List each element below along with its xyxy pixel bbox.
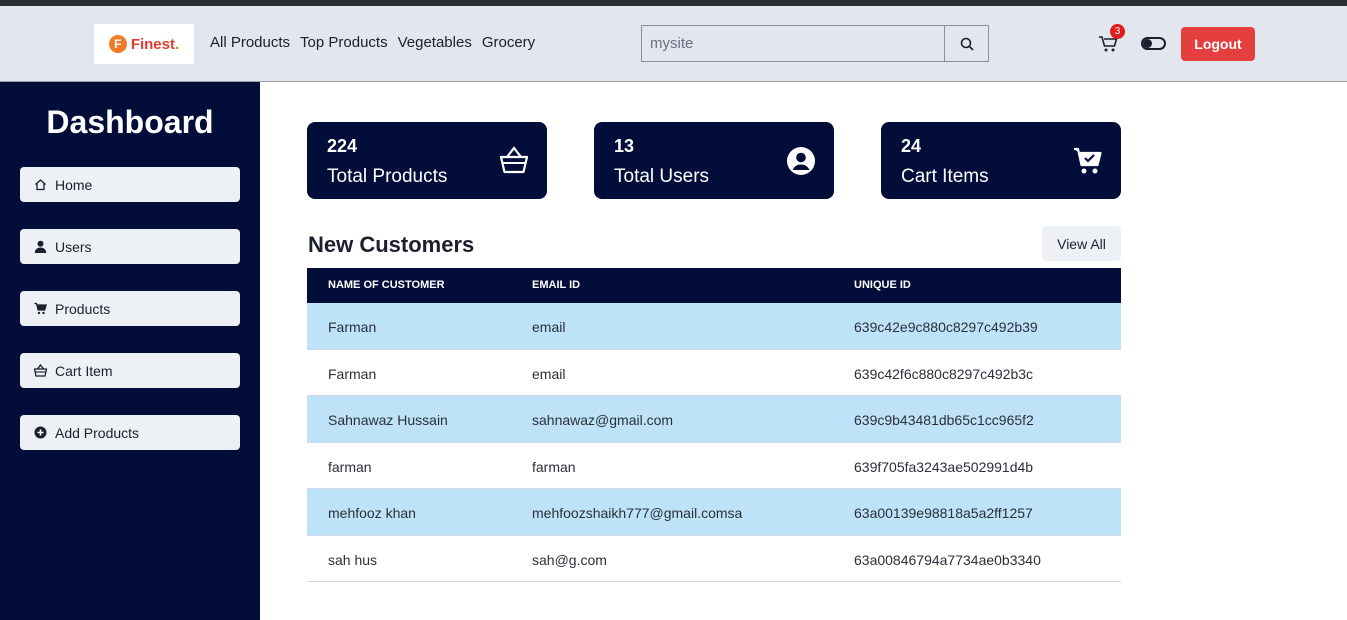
table-row: Farman email 639c42e9c880c8297c492b39 [307, 303, 1121, 350]
cell-email: email [532, 365, 566, 382]
search-bar [641, 25, 989, 62]
stat-label: Cart Items [901, 166, 989, 187]
search-input[interactable] [642, 26, 944, 61]
cell-name: sah hus [328, 551, 378, 568]
cell-name: Sahnawaz Hussain [328, 412, 448, 428]
sidebar-item-users[interactable]: Users [20, 229, 240, 264]
cell-unique-id: 639c42f6c880c8297c492b3c [854, 365, 1034, 382]
table-row: mehfooz khan mehfoozshaikh777@gmail.coms… [307, 489, 1121, 536]
column-header-name: NAME OF CUSTOMER [328, 279, 445, 291]
cell-email: sah@g.com [532, 551, 607, 568]
sidebar: Dashboard Home Users Products Cart Item … [0, 82, 260, 620]
cell-unique-id: 63a00846794a7734ae0b3340 [854, 551, 1041, 568]
cart-check-icon [1074, 147, 1102, 174]
stat-label: Total Users [614, 166, 710, 187]
sidebar-item-label: Cart Item [55, 362, 113, 379]
table-row: Sahnawaz Hussain sahnawaz@gmail.com 639c… [307, 396, 1121, 443]
stat-card-total-products: 224 Total Products [307, 122, 547, 199]
sidebar-item-label: Add Products [55, 424, 140, 441]
theme-toggle[interactable] [1141, 37, 1166, 50]
sidebar-item-label: Home [55, 176, 93, 193]
stat-label: Total Products [327, 166, 448, 187]
table-row: sah hus sah@g.com 63a00846794a7734ae0b33… [307, 536, 1121, 582]
user-icon [34, 240, 47, 253]
sidebar-item-products[interactable]: Products [20, 291, 240, 326]
table-row: farman farman 639f705fa3243ae502991d4b [307, 443, 1121, 489]
nav-link-grocery[interactable]: Grocery [482, 34, 535, 51]
cell-name: mehfooz khan [328, 505, 416, 521]
cell-name: Farman [328, 365, 377, 382]
nav-links: All Products Top Products Vegetables Gro… [210, 34, 535, 51]
column-header-email: EMAIL ID [532, 279, 581, 291]
cell-name: farman [328, 458, 372, 475]
sidebar-item-cart-item[interactable]: Cart Item [20, 353, 240, 388]
brand-logo[interactable]: F Finest. [94, 24, 194, 64]
sidebar-item-label: Users [55, 238, 92, 255]
nav-link-vegetables[interactable]: Vegetables [398, 34, 472, 51]
column-header-unique-id: UNIQUE ID [854, 279, 911, 291]
nav-link-all-products[interactable]: All Products [210, 34, 290, 51]
view-all-button[interactable]: View All [1042, 226, 1121, 261]
stat-value: 13 [614, 136, 635, 156]
cell-email: mehfoozshaikh777@gmail.comsa [532, 505, 743, 521]
cart-count-badge: 3 [1110, 24, 1125, 39]
cell-unique-id: 63a00139e98818a5a2ff1257 [854, 505, 1033, 521]
table-row: Farman email 639c42f6c880c8297c492b3c [307, 350, 1121, 396]
cell-email: email [532, 319, 566, 335]
plus-circle-icon [34, 426, 47, 439]
top-navbar: F Finest. All Products Top Products Vege… [0, 6, 1347, 82]
sidebar-item-home[interactable]: Home [20, 167, 240, 202]
cart-icon [34, 302, 47, 315]
basket-icon [34, 364, 47, 377]
cell-name: Farman [328, 319, 377, 335]
logo-mark: F [108, 35, 127, 53]
stat-card-total-users: 13 Total Users [594, 122, 834, 199]
cell-email: farman [532, 458, 576, 475]
home-icon [35, 179, 46, 191]
cell-unique-id: 639c9b43481db65c1cc965f2 [854, 412, 1034, 428]
sidebar-title: Dashboard [46, 104, 214, 140]
stat-card-cart-items: 24 Cart Items [881, 122, 1121, 199]
table-header: NAME OF CUSTOMER EMAIL ID UNIQUE ID [307, 268, 1121, 303]
logout-button[interactable]: Logout [1181, 27, 1255, 61]
nav-link-top-products[interactable]: Top Products [300, 34, 388, 51]
section-title: New Customers [308, 232, 475, 257]
user-circle-icon [787, 147, 815, 175]
cell-email: sahnawaz@gmail.com [532, 412, 674, 428]
search-button[interactable] [944, 26, 988, 61]
sidebar-item-add-products[interactable]: Add Products [20, 415, 240, 450]
basket-icon [499, 146, 529, 174]
customers-table: NAME OF CUSTOMER EMAIL ID UNIQUE ID Farm… [307, 268, 1121, 582]
cell-unique-id: 639f705fa3243ae502991d4b [854, 458, 1034, 475]
cell-unique-id: 639c42e9c880c8297c492b39 [854, 319, 1038, 335]
sidebar-item-label: Products [55, 300, 111, 317]
logo-text: Finest. [130, 35, 180, 53]
search-icon [960, 37, 974, 51]
stat-value: 224 [327, 136, 358, 156]
stat-value: 24 [901, 136, 922, 156]
